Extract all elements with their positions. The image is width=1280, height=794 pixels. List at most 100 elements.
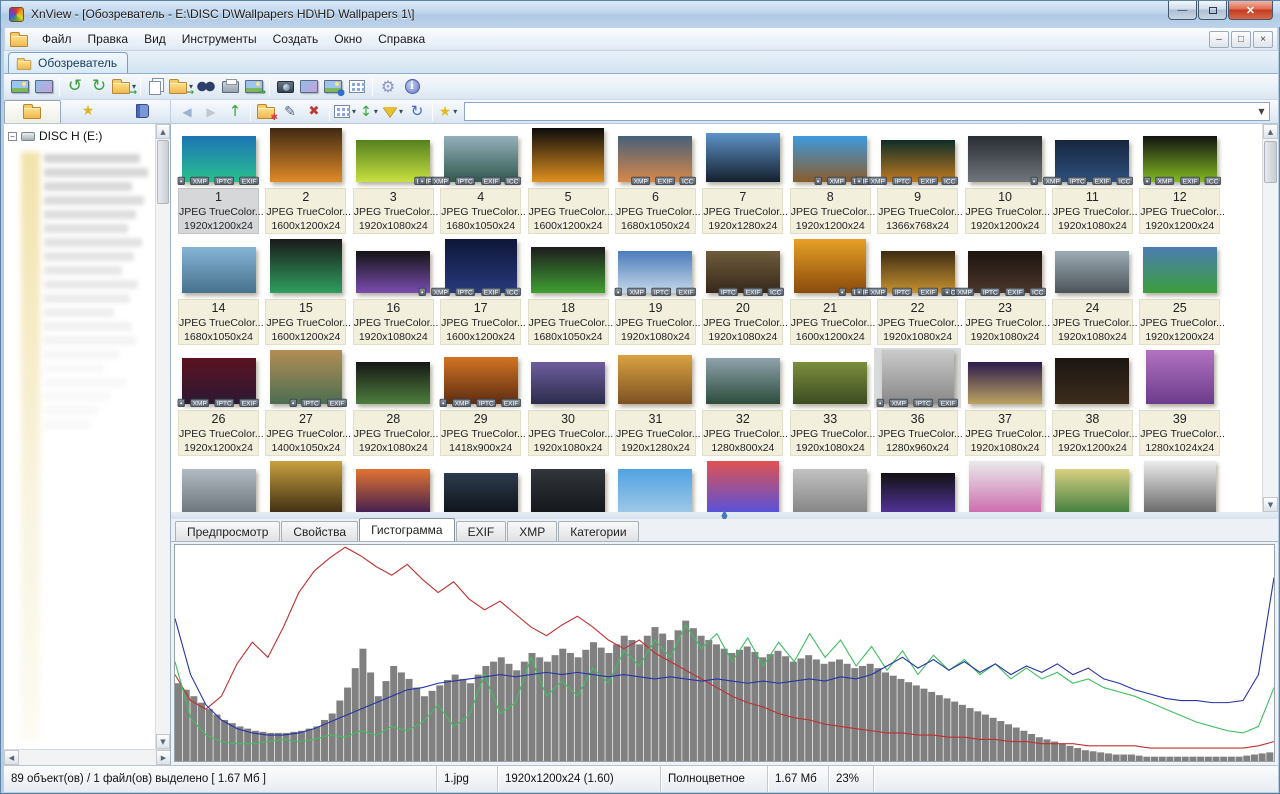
pane-folders-tab[interactable]	[4, 100, 61, 123]
dropdown-arrow-icon[interactable]: ▾	[374, 107, 378, 116]
thumbnail-tile[interactable]	[525, 459, 612, 512]
thumbnail-tile-14[interactable]: 14JPEG TrueColor...1680x1050x24	[175, 237, 262, 348]
thumbnail-image[interactable]	[270, 350, 342, 404]
thumbnail-tile-9[interactable]: ▪XMPIPTCEXIFICC9JPEG TrueColor...1366x76…	[874, 126, 961, 237]
tab-категории[interactable]: Категории	[558, 521, 638, 541]
thumbnail-image[interactable]	[793, 469, 867, 512]
thumbnail-image[interactable]	[1143, 247, 1217, 293]
thumbnail-tile-1[interactable]: ▪XMPIPTCEXIF1JPEG TrueColor...1920x1200x…	[175, 126, 262, 237]
thumbnail-image[interactable]	[881, 473, 955, 512]
thumbnail-tile-25[interactable]: 25JPEG TrueColor...1920x1200x24	[1136, 237, 1223, 348]
dropdown-arrow-icon[interactable]: ▾	[352, 107, 356, 116]
thumbnail-image[interactable]	[270, 128, 342, 182]
contact-sheet-button[interactable]	[345, 76, 369, 98]
minimize-button[interactable]: —	[1168, 1, 1197, 20]
menu-item-5[interactable]: Создать	[265, 29, 327, 49]
thumbnail-image[interactable]	[182, 469, 256, 512]
thumbnail-tile[interactable]	[699, 459, 786, 512]
edit-button[interactable]: ✎	[278, 101, 302, 123]
pane-categories-tab[interactable]	[115, 100, 170, 123]
thumbnail-tile[interactable]	[1136, 459, 1223, 512]
tab-свойства[interactable]: Свойства	[281, 521, 358, 541]
thumbnail-tile-39[interactable]: 39JPEG TrueColor...1280x1024x24	[1136, 348, 1223, 459]
menu-item-4[interactable]: Инструменты	[174, 29, 265, 49]
thumbnail-tile[interactable]	[350, 459, 437, 512]
thumbnail-tile[interactable]	[612, 459, 699, 512]
thumbnail-image[interactable]	[356, 469, 430, 512]
thumbnail-image[interactable]	[969, 461, 1041, 512]
thumbnail-image[interactable]	[531, 362, 605, 404]
thumbnail-tile-36[interactable]: ▪XMPIPTCEXIF36JPEG TrueColor...1280x960x…	[874, 348, 961, 459]
address-input[interactable]	[465, 104, 1254, 119]
thumbnail-tile-37[interactable]: 37JPEG TrueColor...1920x1080x24	[962, 348, 1049, 459]
thumbnail-tile[interactable]	[262, 459, 349, 512]
thumbnail-tile-17[interactable]: ▪XMPIPTCEXIFICC17JPEG TrueColor...1600x1…	[437, 237, 524, 348]
thumbnail-image[interactable]	[1055, 358, 1129, 404]
pane-favorites-tab[interactable]: ★	[61, 100, 116, 123]
thumbnail-image[interactable]	[356, 362, 430, 404]
thumbnail-tile[interactable]	[874, 459, 961, 512]
favorites-button[interactable]: ★▾	[436, 101, 460, 123]
back-button[interactable]: ◀	[175, 101, 199, 123]
thumbnail-image[interactable]	[706, 358, 780, 404]
child-close-button[interactable]: ×	[1253, 31, 1273, 48]
thumbnail-tile-29[interactable]: ▪XMPIPTCEXIF29JPEG TrueColor...1418x900x…	[437, 348, 524, 459]
tab-гистограмма[interactable]: Гистограмма	[359, 518, 454, 541]
tree-expand-icon[interactable]: −	[8, 132, 17, 141]
scroll-down-icon[interactable]: ▼	[1263, 497, 1278, 512]
view-mode-button[interactable]: ▾	[333, 101, 357, 123]
scroll-right-icon[interactable]: ▶	[156, 750, 171, 765]
thumbnail-tile-6[interactable]: XMPEXIFICC6JPEG TrueColor...1680x1050x24	[612, 126, 699, 237]
dropdown-arrow-icon[interactable]: ▾	[453, 107, 457, 116]
capture-button[interactable]	[273, 76, 297, 98]
thumbnail-tile-2[interactable]: 2JPEG TrueColor...1600x1200x24	[262, 126, 349, 237]
thumbnail-image[interactable]	[1055, 469, 1129, 512]
tree-root-item[interactable]: − DISC H (E:)	[4, 124, 170, 145]
sort-button[interactable]: ↕▾	[357, 101, 381, 123]
view-image-button[interactable]	[8, 76, 32, 98]
print-button[interactable]	[218, 76, 242, 98]
thumbnail-tile-5[interactable]: 5JPEG TrueColor...1600x1200x24	[525, 126, 612, 237]
child-minimize-button[interactable]: –	[1209, 31, 1229, 48]
scroll-up-icon[interactable]: ▲	[156, 124, 170, 139]
dropdown-arrow-icon[interactable]: ▾	[399, 107, 403, 116]
thumbnail-tile-23[interactable]: ▪XMPIPTCEXIFICC23JPEG TrueColor...1920x1…	[962, 237, 1049, 348]
restore-button[interactable]	[1198, 1, 1227, 20]
tab-exif[interactable]: EXIF	[456, 521, 507, 541]
copy-page-button[interactable]	[144, 76, 168, 98]
thumbnail-image[interactable]	[182, 247, 256, 293]
thumbnail-tile-30[interactable]: 30JPEG TrueColor...1920x1080x24	[525, 348, 612, 459]
thumbnail-image[interactable]	[270, 239, 342, 293]
thumbnail-tile-31[interactable]: 31JPEG TrueColor...1920x1280x24	[612, 348, 699, 459]
address-dropdown-icon[interactable]: ▼	[1254, 103, 1269, 120]
thumbnail-tile-38[interactable]: 38JPEG TrueColor...1920x1200x24	[1049, 348, 1136, 459]
tree-scroll-thumb[interactable]	[157, 140, 169, 204]
thumbnail-tile[interactable]	[1049, 459, 1136, 512]
info-button[interactable]	[400, 76, 424, 98]
close-button[interactable]: ✕	[1228, 1, 1273, 20]
thumbnail-tile[interactable]	[962, 459, 1049, 512]
thumbnail-tile-27[interactable]: ▪IPTCEXIF27JPEG TrueColor...1400x1050x24	[262, 348, 349, 459]
thumbnail-image[interactable]	[793, 362, 867, 404]
thumbnail-tile[interactable]	[437, 459, 524, 512]
thumbnail-image[interactable]	[270, 461, 342, 512]
menu-item-3[interactable]: Вид	[136, 29, 174, 49]
refresh-button[interactable]: ↻	[405, 101, 429, 123]
slideshow-button[interactable]	[297, 76, 321, 98]
tree-vertical-scrollbar[interactable]: ▲ ▼	[155, 124, 170, 749]
thumbnail-image[interactable]	[707, 461, 779, 512]
rotate-right-button[interactable]: ↻	[87, 76, 111, 98]
forward-button[interactable]: ▶	[199, 101, 223, 123]
menu-item-7[interactable]: Справка	[370, 29, 433, 49]
thumbnail-tile-24[interactable]: 24JPEG TrueColor...1920x1080x24	[1049, 237, 1136, 348]
new-folder-button[interactable]: ✱	[254, 101, 278, 123]
delete-button[interactable]: ✖	[302, 101, 326, 123]
panel-splitter[interactable]: ▲▼	[171, 512, 1278, 519]
thumbnail-tile[interactable]	[175, 459, 262, 512]
thumbnail-tile-11[interactable]: ▪XMPIPTCEXIFICC11JPEG TrueColor...1920x1…	[1049, 126, 1136, 237]
fullscreen-button[interactable]	[32, 76, 56, 98]
thumbnail-image[interactable]	[1144, 461, 1216, 512]
open-folder-button[interactable]: →▾	[168, 76, 194, 98]
thumbnail-image[interactable]	[444, 473, 518, 512]
tab-предпросмотр[interactable]: Предпросмотр	[175, 521, 280, 541]
